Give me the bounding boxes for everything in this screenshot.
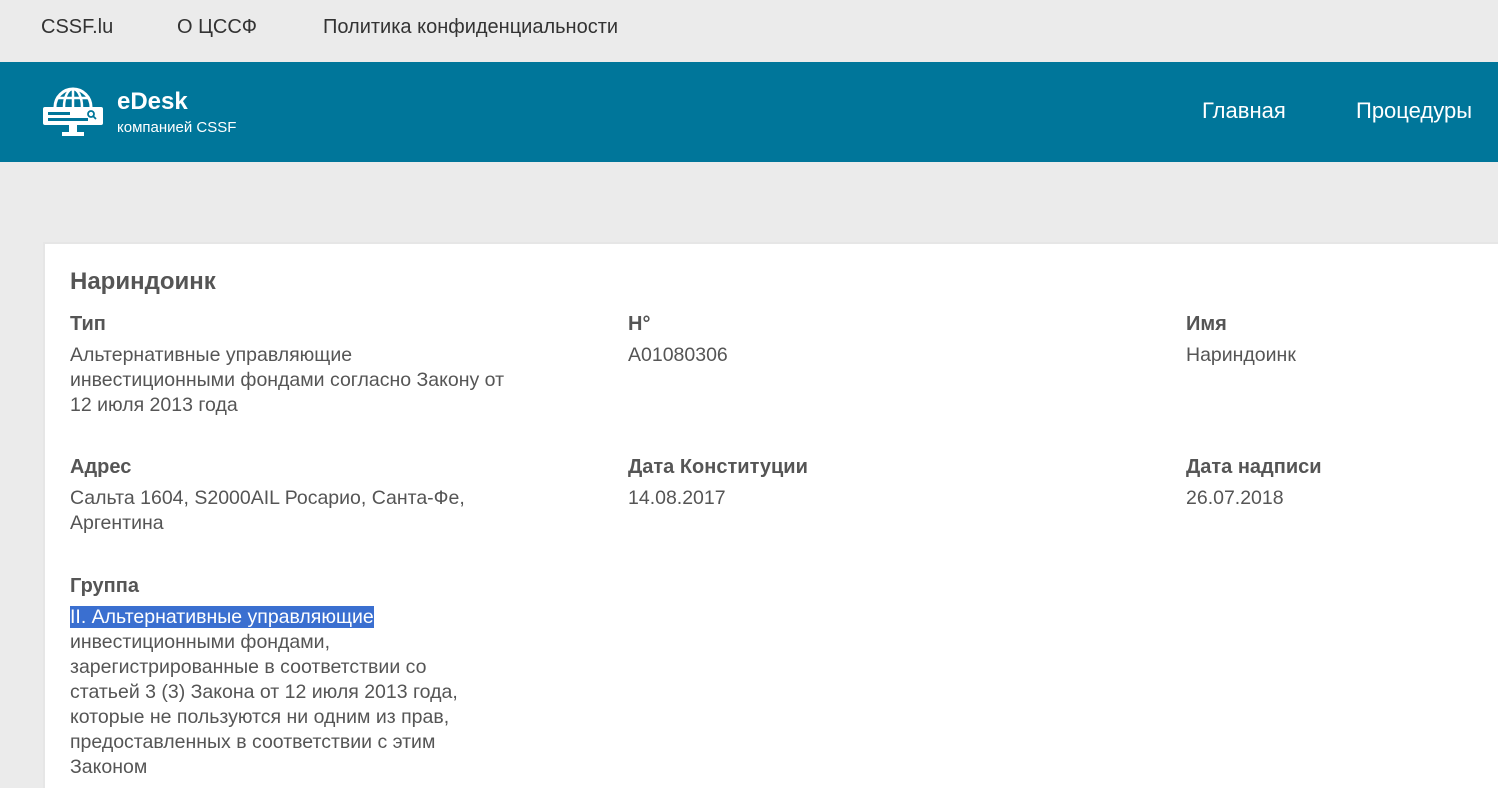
group-value-line: статьей 3 (3) Закона от 12 июля 2013 год…	[70, 681, 458, 703]
brand-subtitle: компанией CSSF	[117, 119, 237, 136]
group-value-line: которые не пользуются ни одним из прав,	[70, 706, 450, 728]
number-value: A01080306	[628, 344, 728, 366]
inscription-date-label: Дата надписи	[1186, 456, 1322, 478]
constitution-date-value: 14.08.2017	[628, 487, 726, 509]
group-value-line: Законом	[70, 756, 148, 778]
group-value-line: зарегистрированные в соответствии со	[70, 656, 427, 678]
top-link-privacy[interactable]: Политика конфиденциальности	[323, 16, 618, 39]
group-value: II. Альтернативные управляющие инвестици…	[70, 605, 550, 780]
type-label: Тип	[70, 313, 106, 335]
top-bar: CSSF.lu О ЦССФ Политика конфиденциальнос…	[0, 0, 1498, 62]
group-value-line: предоставленных в соответствии с этим	[70, 731, 436, 753]
group-value-line: инвестиционными фондами,	[70, 631, 330, 653]
address-value: Сальта 1604, S2000AIL Росарио, Санта-Фе,…	[70, 486, 600, 536]
address-label: Адрес	[70, 456, 132, 478]
address-value-line: Сальта 1604, S2000AIL Росарио, Санта-Фе,	[70, 487, 465, 509]
main-header: eDesk компанией CSSF Главная Процедуры	[0, 62, 1498, 162]
number-label: Н°	[628, 313, 651, 335]
nav-home[interactable]: Главная	[1202, 98, 1286, 124]
nav-procedures[interactable]: Процедуры	[1356, 98, 1472, 124]
brand-title[interactable]: eDesk	[117, 88, 188, 116]
type-value: Альтернативные управляющие инвестиционны…	[70, 343, 600, 418]
address-value-line: Аргентина	[70, 512, 164, 534]
top-link-cssf[interactable]: CSSF.lu	[41, 16, 113, 39]
constitution-date-label: Дата Конституции	[628, 456, 808, 478]
type-value-line: Альтернативные управляющие	[70, 344, 353, 366]
entity-title: Нариндоинк	[70, 268, 216, 295]
group-value-selected[interactable]: II. Альтернативные управляющие	[70, 606, 374, 628]
name-label: Имя	[1186, 313, 1227, 335]
group-label: Группа	[70, 575, 139, 597]
name-value: Нариндоинк	[1186, 344, 1296, 366]
type-value-line: инвестиционными фондами согласно Закону …	[70, 369, 504, 391]
globe-monitor-icon[interactable]	[42, 87, 104, 139]
type-value-line: 12 июля 2013 года	[70, 394, 238, 416]
inscription-date-value: 26.07.2018	[1186, 487, 1284, 509]
top-link-about[interactable]: О ЦССФ	[177, 16, 257, 39]
